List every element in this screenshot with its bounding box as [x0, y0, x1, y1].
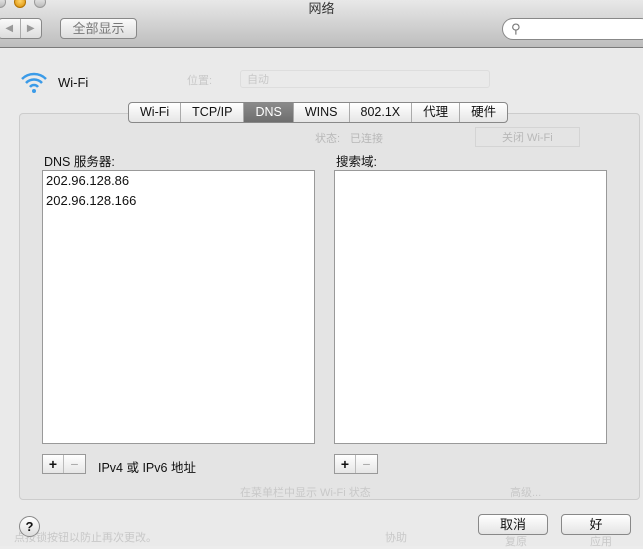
tab-wins[interactable]: WINS: [294, 103, 350, 122]
forward-button[interactable]: ▶: [21, 19, 42, 38]
list-item[interactable]: 202.96.128.86: [43, 171, 314, 191]
cancel-button[interactable]: 取消: [478, 514, 548, 535]
remove-domain-button[interactable]: −: [356, 455, 377, 473]
back-button[interactable]: ◀: [0, 19, 21, 38]
show-wifi-status-checkbox: 在菜单栏中显示 Wi-Fi 状态: [240, 487, 371, 499]
wifi-icon: [21, 72, 47, 93]
list-item[interactable]: 202.96.128.166: [43, 191, 314, 211]
location-label: 位置:: [187, 75, 213, 87]
dns-servers-list[interactable]: 202.96.128.86 202.96.128.166: [42, 170, 315, 444]
tab-dns[interactable]: DNS: [244, 103, 294, 122]
tab-proxy[interactable]: 代理: [412, 103, 461, 122]
remove-dns-button[interactable]: −: [64, 455, 85, 473]
search-input[interactable]: ⚲: [502, 18, 643, 40]
add-domain-button[interactable]: +: [335, 455, 356, 473]
service-name: Wi-Fi: [58, 74, 89, 90]
nav-buttons: ◀ ▶: [0, 18, 42, 39]
search-domains-list[interactable]: [334, 170, 607, 444]
location-select: 自动: [240, 70, 490, 88]
status-label: 状态:: [315, 133, 341, 145]
tab-bar: Wi-Fi TCP/IP DNS WINS 802.1X 代理 硬件: [128, 102, 509, 123]
search-domains-add-remove: + −: [334, 454, 378, 474]
tab-hardware[interactable]: 硬件: [460, 103, 507, 122]
advanced-button: 高级...: [510, 487, 542, 499]
apply-button: 应用: [590, 536, 612, 548]
status-value: 已连接: [350, 133, 383, 145]
add-dns-button[interactable]: +: [43, 455, 64, 473]
dns-hint: IPv4 或 IPv6 地址: [98, 461, 196, 475]
service-header: Wi-Fi: [20, 70, 88, 94]
search-icon: ⚲: [511, 21, 521, 36]
window-title: 网络: [308, 1, 335, 16]
tab-tcpip[interactable]: TCP/IP: [181, 103, 245, 122]
search-domains-label: 搜索域:: [336, 155, 377, 169]
tab-8021x[interactable]: 802.1X: [350, 103, 413, 122]
dns-servers-label: DNS 服务器:: [44, 155, 115, 169]
dns-add-remove: + −: [42, 454, 86, 474]
turn-off-wifi-button: 关闭 Wi-Fi: [475, 127, 580, 147]
ok-button[interactable]: 好: [561, 514, 631, 535]
revert-button: 复原: [505, 536, 527, 548]
title-bar: 网络 ◀ ▶ 全部显示 ⚲: [0, 0, 643, 48]
tab-wifi[interactable]: Wi-Fi: [129, 103, 182, 122]
show-all-button[interactable]: 全部显示: [60, 18, 137, 39]
assist-button: 协助: [385, 532, 407, 544]
help-button[interactable]: ?: [19, 516, 40, 537]
